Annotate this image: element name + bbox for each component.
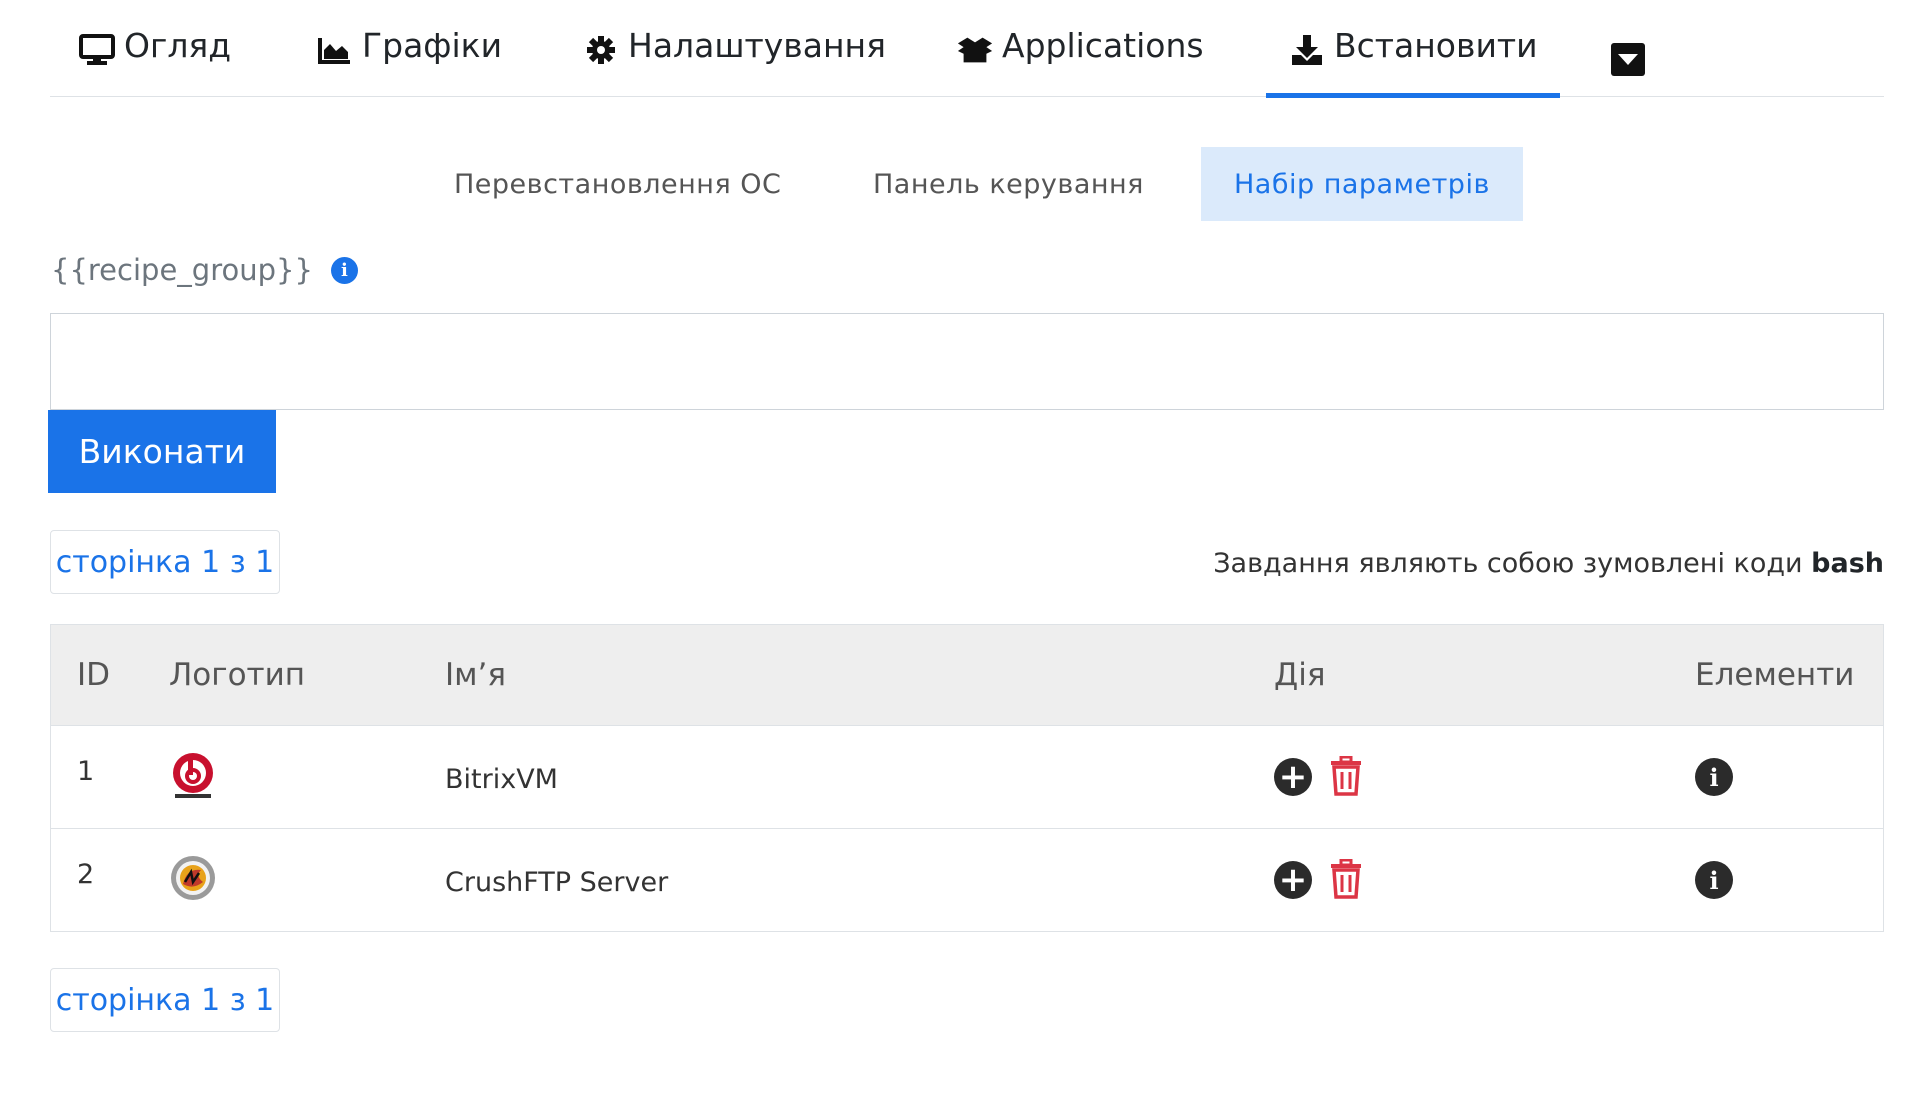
pager-bottom[interactable]: сторінка 1 з 1 <box>50 968 280 1032</box>
header-name: Ім’я <box>445 657 507 693</box>
tab-applications-label: Applications <box>1002 26 1204 65</box>
main-tabs: Огляд Графіки Налаштування Applications … <box>50 0 1884 98</box>
row-id: 2 <box>77 859 95 890</box>
crushftp-logo <box>169 854 217 902</box>
subtab-os-reinstall[interactable]: Перевстановлення ОС <box>421 147 814 221</box>
recipe-command-input[interactable] <box>50 313 1884 410</box>
bitrix-logo <box>169 751 217 799</box>
table-header: ID Логотип Ім’я Дія Елементи <box>51 625 1883 725</box>
info-icon[interactable]: i <box>1695 861 1733 899</box>
run-button[interactable]: Виконати <box>48 410 276 493</box>
pager-top[interactable]: сторінка 1 з 1 <box>50 530 280 594</box>
recipes-note-text: Завдання являють собою зумовлені коди <box>1213 548 1812 579</box>
gear-icon <box>582 34 620 66</box>
trash-icon[interactable] <box>1329 755 1363 796</box>
pager-top-label: сторінка 1 з 1 <box>55 544 275 580</box>
subtab-recipes[interactable]: Набір параметрів <box>1201 147 1523 221</box>
subtab-recipes-label: Набір параметрів <box>1234 168 1490 200</box>
subtab-os-reinstall-label: Перевстановлення ОС <box>454 168 782 200</box>
add-icon[interactable]: + <box>1274 861 1312 899</box>
recipes-note-bold: bash <box>1811 548 1884 579</box>
row-name: CrushFTP Server <box>445 867 669 898</box>
row-id: 1 <box>77 756 95 787</box>
tab-applications[interactable]: Applications <box>956 26 1204 96</box>
info-icon[interactable]: i <box>330 256 358 284</box>
recipes-table: ID Логотип Ім’я Дія Елементи 1 BitrixVM … <box>50 624 1884 932</box>
tab-settings[interactable]: Налаштування <box>582 26 886 96</box>
recipes-note: Завдання являють собою зумовлені коди ba… <box>1213 548 1884 579</box>
recipe-group-text: {{recipe_group}} <box>51 253 313 287</box>
row-name: BitrixVM <box>445 764 558 795</box>
tab-charts-label: Графіки <box>362 26 503 65</box>
tab-overview-label: Огляд <box>124 26 232 65</box>
area-chart-icon <box>316 34 354 66</box>
header-action: Дія <box>1274 657 1326 693</box>
tab-overview[interactable]: Огляд <box>78 26 231 96</box>
subtab-control-panel[interactable]: Панель керування <box>840 147 1177 221</box>
header-logo: Логотип <box>169 657 306 693</box>
subtab-control-panel-label: Панель керування <box>873 168 1144 200</box>
header-elements: Елементи <box>1695 657 1855 693</box>
table-row: 2 CrushFTP Server + i <box>51 828 1883 931</box>
tab-settings-label: Налаштування <box>628 26 886 65</box>
header-id: ID <box>77 657 111 693</box>
table-row: 1 BitrixVM + i <box>51 725 1883 828</box>
pager-bottom-label: сторінка 1 з 1 <box>55 982 275 1018</box>
recipe-group-label: {{recipe_group}} i <box>51 253 358 287</box>
monitor-icon <box>78 34 116 66</box>
tab-charts[interactable]: Графіки <box>316 26 502 96</box>
info-icon[interactable]: i <box>1695 758 1733 796</box>
more-tabs-dropdown[interactable] <box>1611 43 1645 76</box>
tab-install[interactable]: Встановити <box>1266 26 1560 98</box>
tab-install-label: Встановити <box>1334 26 1538 65</box>
box-open-icon <box>956 34 994 66</box>
download-icon <box>1288 34 1326 66</box>
trash-icon[interactable] <box>1329 858 1363 899</box>
add-icon[interactable]: + <box>1274 758 1312 796</box>
